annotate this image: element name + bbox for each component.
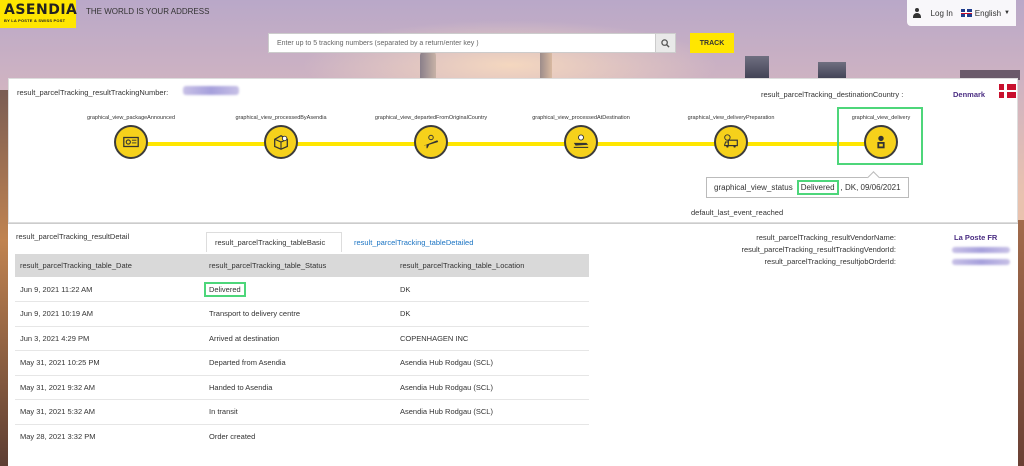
event-status: Delivered (204, 277, 395, 302)
event-date: Jun 9, 2021 10:19 AM (15, 301, 204, 327)
table-row: May 31, 2021 10:25 PM Departed from Asen… (15, 350, 589, 376)
event-location (395, 424, 589, 449)
table-row: May 28, 2021 3:32 PM Order created (15, 424, 589, 449)
tracking-vendor-id-redacted (952, 247, 1010, 253)
event-location: DK (395, 277, 589, 302)
event-status: Departed from Asendia (204, 350, 395, 376)
step-label: graphical_view_departedFromOriginalCount… (374, 115, 488, 121)
event-location: DK (395, 301, 589, 327)
event-location: Asendia Hub Rodgau (SCL) (395, 375, 589, 400)
header-actions: Log In English ▼ (906, 0, 1016, 26)
step-departed-origin: graphical_view_departedFromOriginalCount… (361, 115, 501, 159)
column-date[interactable]: result_parcelTracking_table_Date (15, 254, 204, 277)
event-status: In transit (204, 399, 395, 425)
step-package-announced: graphical_view_packageAnnounced (61, 115, 201, 159)
tracking-number-input[interactable] (268, 33, 656, 53)
site-header: ASENDIA BY LA POSTE & SWISS POST THE WOR… (0, 0, 1024, 28)
column-status[interactable]: result_parcelTracking_table_Status (204, 254, 395, 277)
tracking-number-label: result_parcelTracking_resultTrackingNumb… (17, 88, 169, 97)
denmark-flag-icon (999, 84, 1016, 98)
uk-flag-icon (960, 9, 972, 17)
search-icon (661, 38, 670, 48)
destination-value: Denmark (953, 90, 986, 99)
job-order-id-redacted (952, 259, 1010, 265)
tracking-summary-card: result_parcelTracking_resultTrackingNumb… (8, 78, 1018, 223)
track-button[interactable]: TRACK (690, 33, 734, 53)
event-date: May 31, 2021 5:32 AM (15, 399, 204, 425)
job-order-id-label: result_parcelTracking_resultjobOrderId: (764, 257, 896, 266)
package-announced-icon (114, 125, 148, 159)
chevron-down-icon: ▼ (1004, 10, 1010, 16)
event-date: May 28, 2021 3:32 PM (20, 432, 96, 441)
logo-text: ASENDIA (4, 2, 78, 18)
step-label: graphical_view_deliveryPreparation (687, 115, 775, 121)
tracking-events-table: result_parcelTracking_table_Date result_… (15, 254, 589, 449)
step-label: graphical_view_packageAnnounced (86, 115, 176, 121)
event-location: COPENHAGEN INC (395, 326, 589, 351)
event-status: Order created (209, 432, 256, 441)
event-status: Arrived at destination (204, 326, 395, 351)
airplane-departure-icon (414, 125, 448, 159)
table-row: Jun 9, 2021 11:22 AM Delivered DK (15, 277, 589, 302)
tracking-number-redacted (183, 86, 239, 95)
tracking-details-section: result_parcelTracking_resultDetail resul… (8, 223, 1018, 466)
tracking-vendor-id-label: result_parcelTracking_resultTrackingVend… (741, 245, 896, 254)
current-step-highlight (837, 107, 923, 165)
event-date: Jun 3, 2021 4:29 PM (15, 326, 204, 351)
event-location: Asendia Hub Rodgau (SCL) (395, 350, 589, 376)
step-label: graphical_view_processedAtDestination (532, 115, 630, 121)
table-header-row: result_parcelTracking_table_Date result_… (15, 254, 589, 277)
tagline: THE WORLD IS YOUR ADDRESS (86, 7, 210, 16)
login-link[interactable]: Log In (931, 9, 953, 18)
vendor-name-label: result_parcelTracking_resultVendorName: (756, 233, 896, 242)
table-row: Jun 3, 2021 4:29 PM Arrived at destinati… (15, 326, 589, 351)
tracking-search (268, 33, 676, 53)
airplane-landing-icon (564, 125, 598, 159)
language-label: English (974, 8, 1002, 18)
box-processed-icon (264, 125, 298, 159)
event-date: May 31, 2021 10:25 PM (15, 350, 204, 376)
step-label: graphical_view_processedByAsendia (235, 115, 327, 121)
event-status: Transport to delivery centre (204, 301, 395, 327)
column-location[interactable]: result_parcelTracking_table_Location (395, 254, 589, 277)
step-processed-destination: graphical_view_processedAtDestination (511, 115, 651, 159)
tab-basic[interactable]: result_parcelTracking_tableBasic (206, 232, 342, 252)
status-details: , DK, 09/06/2021 (840, 183, 901, 192)
result-detail-heading: result_parcelTracking_resultDetail (16, 232, 130, 241)
destination-label: result_parcelTracking_destinationCountry… (761, 90, 904, 99)
status-label: graphical_view_status (714, 183, 793, 192)
table-row: Jun 9, 2021 10:19 AM Transport to delive… (15, 301, 589, 327)
table-row: May 31, 2021 9:32 AM Handed to Asendia A… (15, 375, 589, 400)
status-tooltip: graphical_view_status Delivered , DK, 09… (706, 177, 909, 198)
event-location: Asendia Hub Rodgau (SCL) (395, 399, 589, 425)
status-value: Delivered (796, 180, 839, 195)
event-status: Handed to Asendia (204, 375, 395, 400)
delivery-truck-icon (714, 125, 748, 159)
language-select[interactable]: English ▼ (960, 8, 1010, 18)
vendor-name-value: La Poste FR (954, 233, 998, 242)
step-delivery-preparation: graphical_view_deliveryPreparation (661, 115, 801, 159)
event-date: May 31, 2021 9:32 AM (15, 375, 204, 400)
logo-subtext: BY LA POSTE & SWISS POST (4, 18, 66, 23)
user-icon[interactable] (912, 8, 921, 18)
tab-detailed[interactable]: result_parcelTracking_tableDetailed (346, 232, 481, 252)
step-processed-by-asendia: graphical_view_processedByAsendia (211, 115, 351, 159)
search-button[interactable] (656, 33, 676, 53)
event-date: Jun 9, 2021 11:22 AM (15, 277, 204, 302)
delivered-status-highlight: Delivered (204, 281, 246, 297)
table-row: May 31, 2021 5:32 AM In transit Asendia … (15, 399, 589, 425)
last-event-text: default_last_event_reached (691, 208, 784, 217)
asendia-logo[interactable]: ASENDIA BY LA POSTE & SWISS POST (0, 0, 78, 28)
